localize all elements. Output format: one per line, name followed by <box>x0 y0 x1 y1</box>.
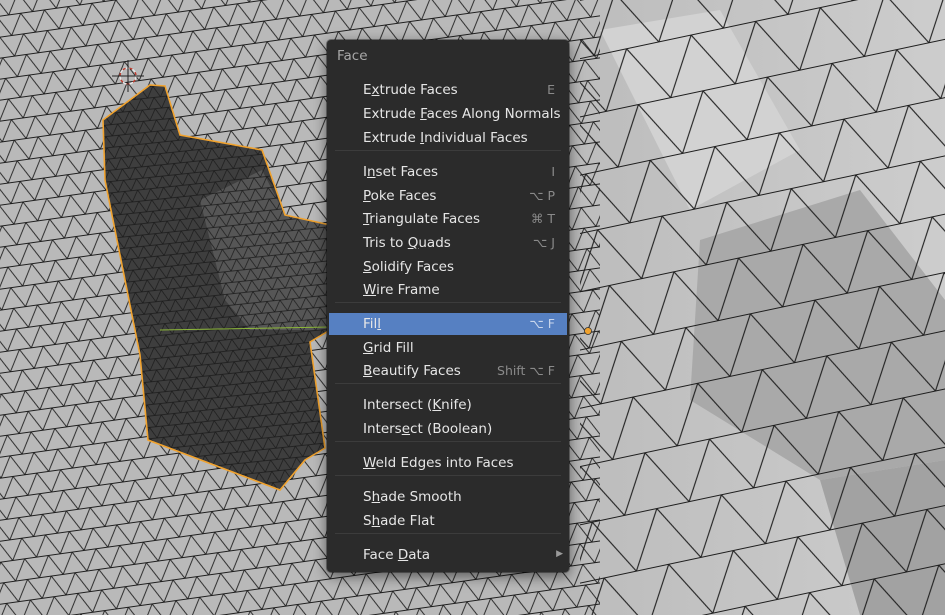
menu-item-label: Intersect (Boolean) <box>363 421 493 437</box>
menu-item-label: Shade Flat <box>363 513 435 529</box>
menu-item-label: Extrude Individual Faces <box>363 130 528 146</box>
face-context-menu: Face Extrude Faces E Extrude Faces Along N… <box>327 40 569 572</box>
menu-item-label: Fill <box>363 316 382 332</box>
menu-item-label: Shade Smooth <box>363 489 462 505</box>
menu-item-shade-smooth[interactable]: Shade Smooth <box>329 486 567 508</box>
menu-item-grid-fill[interactable]: Grid Fill <box>329 337 567 359</box>
submenu-arrow-icon: ▶ <box>556 549 563 559</box>
menu-item-label: Triangulate Faces <box>363 211 480 227</box>
menu-item-solidify-faces[interactable]: Solidify Faces <box>329 256 567 278</box>
menu-item-shortcut: E <box>547 82 555 97</box>
menu-separator <box>335 441 561 442</box>
menu-item-label: Poke Faces <box>363 188 437 204</box>
menu-item-label: Tris to Quads <box>363 235 451 251</box>
menu-item-fill[interactable]: Fill ⌥ F <box>329 313 567 335</box>
menu-separator <box>335 302 561 303</box>
menu-item-inset-faces[interactable]: Inset Faces I <box>329 161 567 183</box>
menu-item-face-data[interactable]: Face Data ▶ <box>329 544 567 566</box>
wireframe-coarse-right <box>580 0 945 615</box>
menu-item-wire-frame[interactable]: Wire Frame <box>329 279 567 301</box>
menu-item-label: Inset Faces <box>363 164 439 180</box>
menu-item-beautify-faces[interactable]: Beautify Faces Shift ⌥ F <box>329 360 567 382</box>
menu-separator <box>335 150 561 151</box>
menu-title: Face <box>337 48 368 64</box>
menu-item-label: Weld Edges into Faces <box>363 455 514 471</box>
selected-vertex[interactable] <box>584 327 592 335</box>
menu-item-label: Wire Frame <box>363 282 440 298</box>
menu-item-extrude-individual-faces[interactable]: Extrude Individual Faces <box>329 127 567 149</box>
menu-item-poke-faces[interactable]: Poke Faces ⌥ P <box>329 185 567 207</box>
menu-item-shortcut: ⌥ J <box>532 235 555 250</box>
menu-item-intersect-knife[interactable]: Intersect (Knife) <box>329 394 567 416</box>
menu-separator <box>335 383 561 384</box>
menu-item-shortcut: ⌥ F <box>529 316 555 331</box>
menu-item-shortcut: Shift ⌥ F <box>497 363 555 378</box>
menu-item-label: Solidify Faces <box>363 259 455 275</box>
menu-item-triangulate-faces[interactable]: Triangulate Faces ⌘ T <box>329 208 567 230</box>
menu-item-label: Grid Fill <box>363 340 414 356</box>
menu-separator <box>335 475 561 476</box>
menu-item-extrude-faces[interactable]: Extrude Faces E <box>329 79 567 101</box>
menu-item-label: Face Data <box>363 547 431 563</box>
menu-item-shade-flat[interactable]: Shade Flat <box>329 510 567 532</box>
menu-item-label: Extrude Faces <box>363 82 458 98</box>
menu-item-shortcut: I <box>551 164 555 179</box>
menu-item-shortcut: ⌥ P <box>529 188 555 203</box>
menu-item-label: Intersect (Knife) <box>363 397 472 413</box>
menu-item-shortcut: ⌘ T <box>530 211 555 226</box>
menu-item-label: Extrude Faces Along Normals <box>363 106 561 122</box>
menu-item-weld-edges-into-faces[interactable]: Weld Edges into Faces <box>329 452 567 474</box>
menu-item-intersect-boolean[interactable]: Intersect (Boolean) <box>329 418 567 440</box>
menu-separator <box>335 533 561 534</box>
menu-item-extrude-faces-along-normals[interactable]: Extrude Faces Along Normals <box>329 103 567 125</box>
menu-item-tris-to-quads[interactable]: Tris to Quads ⌥ J <box>329 232 567 254</box>
menu-item-label: Beautify Faces <box>363 363 461 379</box>
